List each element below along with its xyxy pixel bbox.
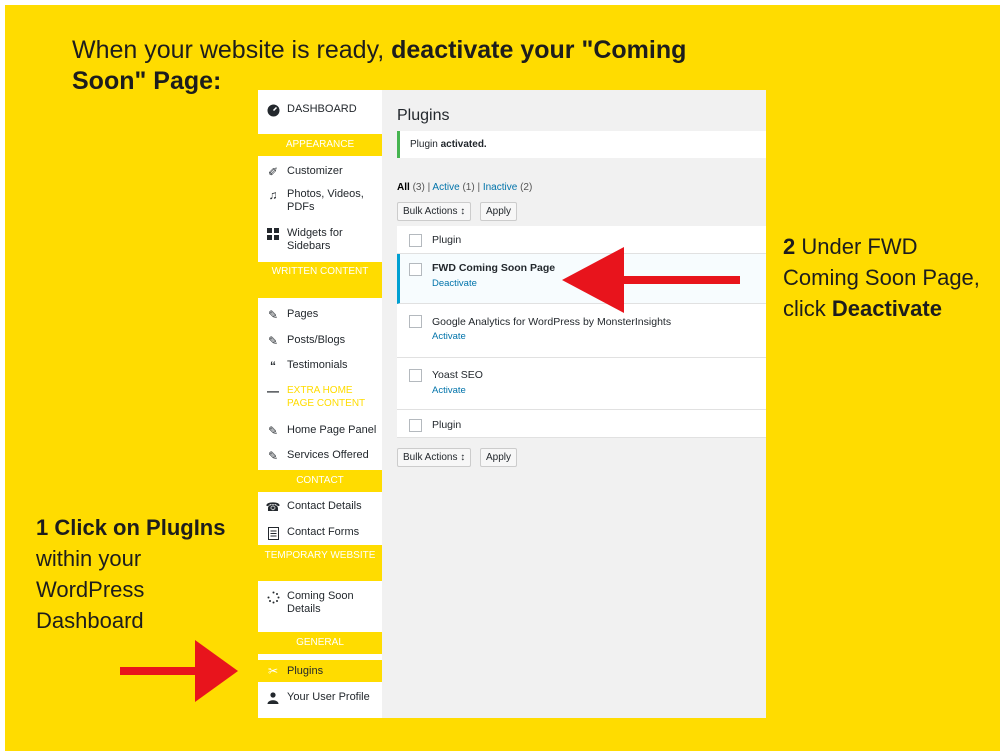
- sidebar-label: Coming Soon Details: [287, 590, 354, 615]
- step-number: 2: [783, 234, 796, 259]
- plugin-filters: All (3) | Active (1) | Inactive (2): [397, 182, 532, 193]
- quote-icon: “: [270, 358, 276, 373]
- plugin-name: FWD Coming Soon Page: [432, 262, 556, 274]
- sidebar-label: Home Page Panel: [287, 424, 377, 436]
- success-notice: Plugin activated.: [397, 131, 766, 158]
- filter-inactive-count: (2): [520, 182, 533, 193]
- sidebar-label: Contact Forms: [287, 526, 360, 538]
- sidebar-section-appearance: APPEARANCE: [258, 134, 382, 156]
- filter-active-count: (1): [462, 182, 475, 193]
- widgets-icon: [266, 227, 280, 241]
- arrow-left-icon: [562, 247, 740, 313]
- headline: When your website is ready, deactivate y…: [72, 35, 752, 97]
- pencil-icon: ✎: [267, 448, 279, 463]
- arrow-right-icon: [120, 640, 238, 702]
- table-footer: Plugin: [397, 410, 766, 438]
- select-all-checkbox[interactable]: [409, 234, 422, 247]
- media-icon: ♫: [268, 187, 278, 202]
- deactivate-link[interactable]: Deactivate: [432, 278, 477, 289]
- user-icon: [266, 691, 280, 705]
- brush-icon: ✐: [267, 164, 279, 179]
- sidebar-item-plugins[interactable]: ✂ Plugins: [258, 660, 382, 682]
- bulk-actions-select[interactable]: Bulk Actions ↕: [397, 448, 472, 467]
- sidebar-label: Pages: [287, 308, 319, 320]
- notice-bold: activated.: [440, 139, 487, 150]
- apply-button[interactable]: Apply: [480, 202, 518, 221]
- plugin-icon: ✂: [267, 663, 279, 678]
- filter-separator: |: [427, 182, 431, 193]
- column-footer-plugin: Plugin: [432, 419, 462, 431]
- notice-text: Plugin: [410, 139, 441, 150]
- sidebar-section-contact: CONTACT: [258, 470, 382, 492]
- step-bold: 1 Click on PlugIns: [36, 515, 226, 540]
- sidebar-label: Your User Profile: [287, 691, 370, 703]
- headline-normal: When your website is ready,: [72, 36, 392, 64]
- sidebar-label: Services Offered: [287, 449, 369, 461]
- sidebar-label: DASHBOARD: [287, 103, 357, 115]
- filter-active[interactable]: Active: [432, 182, 459, 193]
- filter-all-count: (3): [412, 182, 425, 193]
- plugin-checkbox[interactable]: [409, 315, 422, 328]
- plugin-checkbox[interactable]: [409, 263, 422, 276]
- sidebar-label: Plugins: [287, 665, 324, 677]
- step-text: within your WordPress Dashboard: [36, 546, 145, 633]
- sidebar-section-temporary: TEMPORARY WEBSITE: [258, 545, 382, 581]
- sidebar-label: Contact Details: [287, 500, 362, 512]
- filter-inactive[interactable]: Inactive: [483, 182, 517, 193]
- annotation-step-2: 2 Under FWD Coming Soon Page, click Deac…: [783, 231, 998, 324]
- sidebar-label: Testimonials: [287, 359, 348, 371]
- annotation-step-1: 1 Click on PlugIns within your WordPress…: [36, 512, 256, 636]
- sidebar-section-general: GENERAL: [258, 632, 382, 654]
- form-icon: [266, 526, 280, 540]
- sidebar-label: EXTRA HOME PAGE CONTENT: [287, 385, 366, 409]
- page-title: Plugins: [397, 107, 450, 124]
- filter-all[interactable]: All: [397, 182, 410, 193]
- plugin-checkbox[interactable]: [409, 369, 422, 382]
- plugin-name: Google Analytics for WordPress by Monste…: [432, 316, 672, 328]
- activate-link[interactable]: Activate: [432, 331, 466, 342]
- dashboard-icon: [266, 103, 280, 117]
- loading-icon: [266, 590, 280, 604]
- pencil-icon: ✎: [267, 423, 279, 438]
- sidebar-label: Posts/Blogs: [287, 334, 346, 346]
- pencil-icon: ✎: [267, 307, 279, 322]
- phone-icon: ☎: [265, 499, 281, 514]
- admin-sidebar: DASHBOARD APPEARANCE ✐ Customizer ♫ Phot…: [258, 90, 382, 718]
- plugin-name: Yoast SEO: [432, 369, 483, 381]
- activate-link[interactable]: Activate: [432, 385, 466, 396]
- plugin-row: Yoast SEO Activate: [397, 358, 766, 410]
- step-bold: Deactivate: [831, 296, 942, 321]
- bulk-actions-select[interactable]: Bulk Actions ↕: [397, 202, 472, 221]
- sidebar-section-written: WRITTEN CONTENT: [258, 262, 382, 298]
- pencil-icon: ✎: [267, 333, 279, 348]
- wordpress-screenshot: DASHBOARD APPEARANCE ✐ Customizer ♫ Phot…: [258, 90, 766, 718]
- sidebar-label: Customizer: [287, 165, 343, 177]
- minus-icon: —: [267, 383, 279, 398]
- sidebar-label: Photos, Videos, PDFs: [287, 188, 364, 213]
- column-header-plugin: Plugin: [432, 234, 462, 246]
- apply-button[interactable]: Apply: [480, 448, 518, 467]
- main-content: Plugins Plugin activated. All (3) | Acti…: [382, 90, 766, 718]
- sidebar-label: Widgets for Sidebars: [287, 227, 343, 252]
- select-all-checkbox[interactable]: [409, 419, 422, 432]
- filter-separator: |: [477, 182, 481, 193]
